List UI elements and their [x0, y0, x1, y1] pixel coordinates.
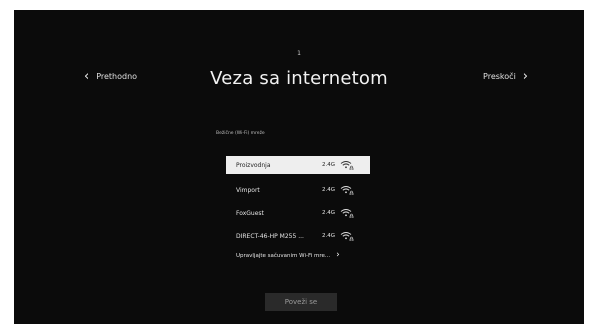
wifi-lock-icon: [340, 208, 354, 219]
wifi-lock-icon: [340, 185, 354, 196]
connect-button[interactable]: Poveži se: [265, 293, 337, 311]
network-item[interactable]: Proizvodnja 2.4G: [226, 156, 370, 174]
chevron-right-icon: ›: [522, 69, 528, 84]
tv-setup-screen: 1 ‹ Prethodno Veza sa internetom Preskoč…: [14, 10, 584, 324]
network-item[interactable]: FoxGuest 2.4G: [226, 204, 370, 222]
skip-button[interactable]: Preskoči ›: [483, 70, 528, 83]
chevron-right-icon: ›: [336, 250, 340, 260]
wifi-lock-icon: [340, 231, 354, 242]
wifi-list-header: Bežične (Wi-Fi) mreže: [216, 131, 265, 136]
network-band: 2.4G: [322, 162, 336, 168]
skip-label: Preskoči: [483, 72, 516, 81]
wifi-lock-icon: [340, 160, 354, 171]
network-name: FoxGuest: [236, 209, 264, 217]
step-indicator: 1: [297, 50, 301, 57]
network-item[interactable]: Vimport 2.4G: [226, 181, 370, 199]
network-name: Vimport: [236, 186, 260, 194]
manage-saved-wifi-label: Upravljajte sačuvanim Wi-Fi mre...: [236, 252, 331, 259]
network-name: DIRECT-46-HP M255 ...: [236, 232, 304, 240]
network-band: 2.4G: [322, 187, 336, 193]
network-band: 2.4G: [322, 233, 336, 239]
network-band: 2.4G: [322, 210, 336, 216]
network-name: Proizvodnja: [236, 161, 271, 169]
network-item[interactable]: DIRECT-46-HP M255 ... 2.4G: [226, 227, 370, 245]
manage-saved-wifi-button[interactable]: Upravljajte sačuvanim Wi-Fi mre... ›: [236, 251, 340, 260]
